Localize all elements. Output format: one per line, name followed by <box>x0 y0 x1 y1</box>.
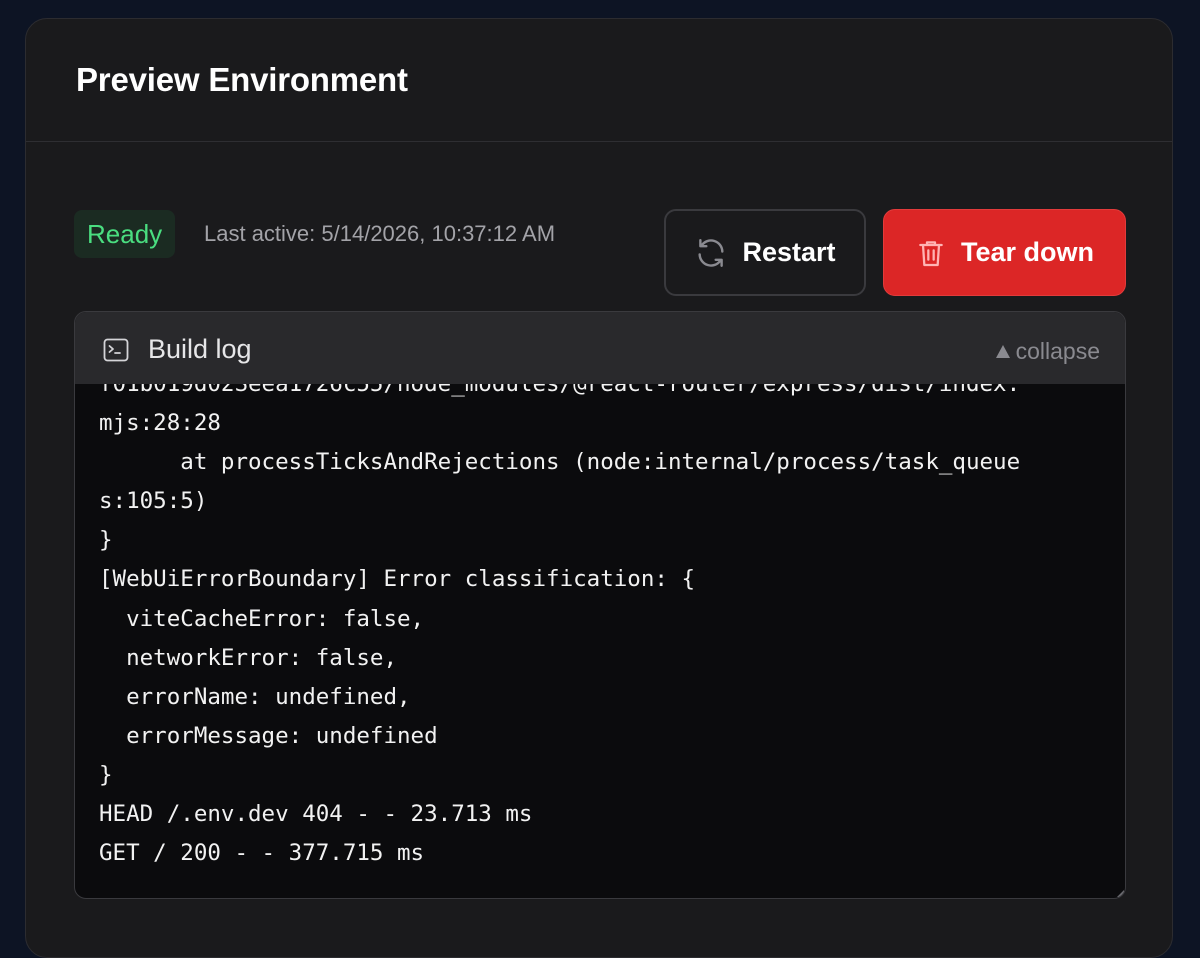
terminal-icon <box>103 338 129 367</box>
log-line: errorName: undefined, <box>99 683 411 710</box>
build-log-title: Build log <box>148 334 252 364</box>
collapse-toggle[interactable]: collapse <box>995 338 1100 365</box>
log-line: mjs:28:28 <box>99 410 221 437</box>
log-line: errorMessage: undefined <box>99 722 438 749</box>
log-line: f01b019d02Seea1726c55/node_modules/@reac… <box>99 384 1021 397</box>
build-log-output[interactable]: f01b019d02Seea1726c55/node_modules/@reac… <box>75 384 1125 898</box>
resize-handle[interactable] <box>1117 890 1124 897</box>
trash-icon <box>915 236 947 270</box>
restart-button-label: Restart <box>742 237 836 267</box>
collapse-label: collapse <box>1015 338 1100 364</box>
card-header: Preview Environment <box>26 19 1172 142</box>
log-line: s:105:5) <box>99 488 208 515</box>
tear-down-button-label: Tear down <box>960 237 1094 267</box>
log-line: networkError: false, <box>99 644 398 671</box>
log-line: } <box>99 527 113 554</box>
preview-environment-card: Preview Environment Ready Last active: 5… <box>25 18 1173 958</box>
status-badge: Ready <box>74 210 176 258</box>
build-log-header: Build log collapse <box>75 312 1125 384</box>
log-lines: f01b019d02Seea1726c55/node_modules/@reac… <box>99 384 1020 873</box>
restart-button[interactable]: Restart <box>664 209 866 296</box>
page-title: Preview Environment <box>76 61 408 98</box>
log-line: [WebUiErrorBoundary] Error classificatio… <box>99 566 696 593</box>
log-line: GET / 200 - - 377.715 ms <box>99 840 425 867</box>
tear-down-button[interactable]: Tear down <box>883 209 1126 296</box>
triangle-up-icon <box>995 338 1011 365</box>
refresh-icon <box>694 236 728 270</box>
log-line: } <box>99 761 113 788</box>
last-active-timestamp: Last active: 5/14/2026, 10:37:12 AM <box>204 221 556 246</box>
status-row: Ready Last active: 5/14/2026, 10:37:12 A… <box>74 209 1126 299</box>
log-line: at processTicksAndRejections (node:inter… <box>99 449 1021 476</box>
build-log-panel: Build log collapse f01b019d02Seea1726c55… <box>74 311 1126 899</box>
log-line: HEAD /.env.dev 404 - - 23.713 ms <box>99 801 533 828</box>
log-line: viteCacheError: false, <box>99 605 425 632</box>
